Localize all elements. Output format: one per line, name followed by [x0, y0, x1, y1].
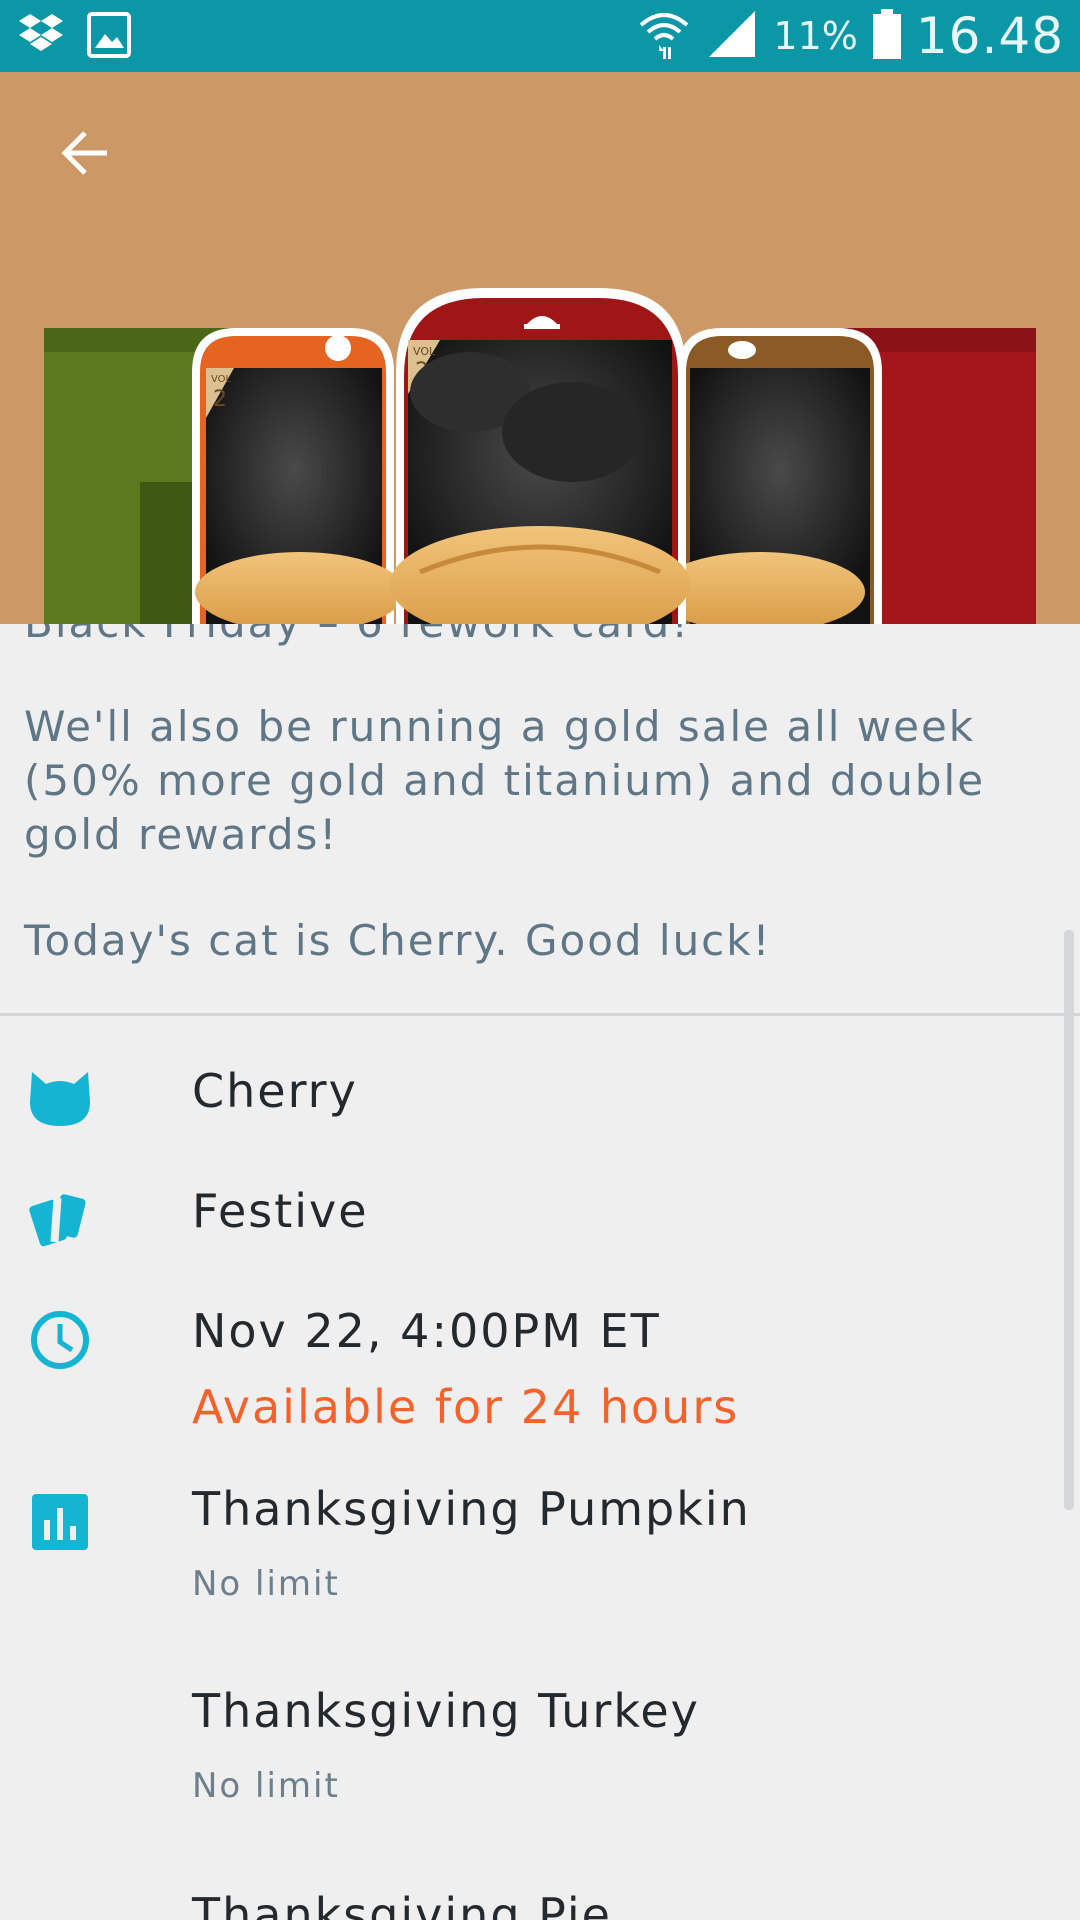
battery-percent: 11%: [773, 14, 858, 58]
status-bar: 11% 16.48: [0, 0, 1080, 72]
description-paragraph-1: We'll also be running a gold sale all we…: [24, 702, 986, 859]
description-paragraph-2: Today's cat is Cherry. Good luck!: [24, 916, 772, 965]
status-time: 16.48: [915, 7, 1064, 65]
start-time: Nov 22, 4:00PM ET: [192, 1304, 661, 1358]
deck-type: Festive: [192, 1184, 369, 1238]
wifi-icon: [637, 7, 691, 65]
availability-text: Available for 24 hours: [192, 1380, 740, 1434]
cat-name: Cherry: [192, 1064, 358, 1118]
bar-chart-icon: [32, 1494, 88, 1550]
reward-name: Thanksgiving Pie: [192, 1888, 612, 1920]
card-left: VOL 2: [192, 328, 405, 624]
cat-icon: [30, 1072, 90, 1126]
dropbox-icon: [18, 10, 64, 64]
card-pack-artwork: VOL 2 VOL 2: [44, 288, 1036, 624]
card-center-vol-label: VOL: [413, 345, 436, 358]
card-left-vol-label: VOL: [211, 374, 232, 385]
reward-name: Thanksgiving Turkey: [192, 1684, 700, 1738]
reward-limit: No limit: [192, 1564, 340, 1604]
event-details-content[interactable]: Black Friday – 6 rework card! We'll also…: [0, 624, 1080, 1920]
description-cut-line: Black Friday – 6 rework card!: [24, 624, 690, 647]
divider: [0, 1013, 1080, 1016]
card-center: VOL 2: [390, 288, 690, 624]
clock-icon: [31, 1311, 89, 1369]
battery-icon: [872, 7, 902, 65]
gallery-icon: [86, 10, 132, 64]
scrollbar[interactable]: [1064, 930, 1074, 1510]
cards-icon: [29, 1194, 86, 1247]
hero-banner: VOL 2 VOL 2: [0, 72, 1080, 624]
reward-limit: No limit: [192, 1766, 340, 1806]
card-left-vol-number: 2: [213, 387, 227, 412]
reward-name: Thanksgiving Pumpkin: [192, 1482, 751, 1536]
signal-icon: [705, 7, 759, 65]
